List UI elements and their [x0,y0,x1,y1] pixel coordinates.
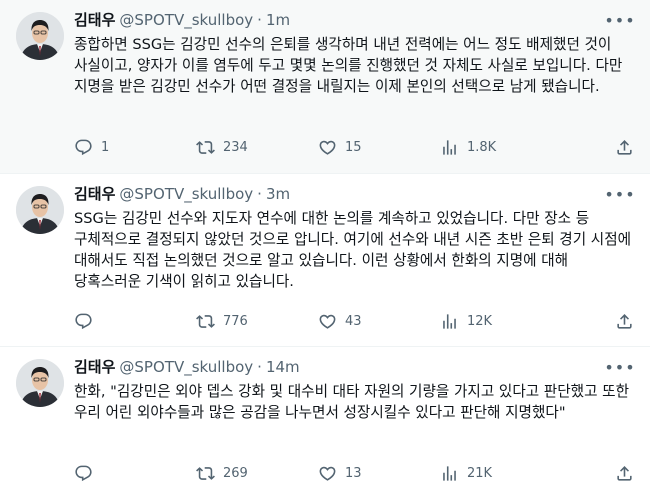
retweet-button[interactable]: 234 [196,138,318,157]
avatar[interactable] [16,359,64,407]
tweet[interactable]: 김태우 @SPOTV_skullboy · 14m ••• 한화, "김강민은 … [0,347,650,498]
author-handle[interactable]: @SPOTV_skullboy [119,10,253,30]
share-button[interactable] [615,138,634,157]
tweet-text: 종합하면 SSG는 김강민 선수의 은퇴를 생각하며 내년 전력에는 어느 정도… [74,36,623,95]
share-icon [617,139,632,155]
views-button[interactable]: 12K [440,312,562,331]
views-count: 1.8K [467,139,497,155]
retweet-button[interactable]: 776 [196,312,318,331]
reply-count: 1 [101,139,110,155]
like-count: 43 [345,313,362,329]
reply-button[interactable] [74,464,196,483]
views-count: 12K [467,313,493,329]
retweet-count: 776 [223,313,248,329]
tweet-text: SSG는 김강민 선수와 지도자 연수에 대한 논의를 계속하고 있었습니다. … [74,210,632,290]
reply-button[interactable] [74,312,196,331]
author-name[interactable]: 김태우 [74,10,115,30]
retweet-count: 234 [223,139,248,155]
like-icon [319,466,336,481]
timestamp[interactable]: 3m [266,184,290,204]
more-icon[interactable]: ••• [604,10,634,30]
reply-icon [75,139,92,155]
reply-icon [75,465,92,481]
author-name[interactable]: 김태우 [74,184,115,204]
like-button[interactable]: 43 [318,312,440,331]
share-icon [617,313,632,329]
like-icon [319,140,336,155]
tweet[interactable]: 김태우 @SPOTV_skullboy · 3m ••• SSG는 김강민 선수… [0,174,650,346]
reply-button[interactable]: 1 [74,138,196,157]
avatar[interactable] [16,12,64,60]
views-icon [443,465,456,481]
share-icon [617,465,632,481]
views-count: 21K [467,465,493,481]
like-count: 15 [345,139,362,155]
timestamp[interactable]: 1m [266,10,290,30]
retweet-icon [196,314,215,328]
like-button[interactable]: 15 [318,138,440,157]
like-button[interactable]: 13 [318,464,440,483]
like-icon [319,314,336,329]
more-icon[interactable]: ••• [604,184,634,204]
avatar[interactable] [16,186,64,234]
views-button[interactable]: 21K [440,464,562,483]
retweet-count: 269 [223,465,248,481]
views-icon [443,313,456,329]
author-handle[interactable]: @SPOTV_skullboy [119,357,253,377]
separator-dot: · [257,11,262,29]
views-icon [443,139,456,155]
separator-dot: · [257,185,262,203]
like-count: 13 [345,465,362,481]
views-button[interactable]: 1.8K [440,138,562,157]
tweet[interactable]: 김태우 @SPOTV_skullboy · 1m ••• 종합하면 SSG는 김… [0,0,650,173]
tweet-text: 한화, "김강민은 외야 뎁스 강화 및 대수비 대타 자원의 기량을 가지고 … [74,383,630,421]
author-handle[interactable]: @SPOTV_skullboy [119,184,253,204]
timestamp[interactable]: 14m [266,357,300,377]
separator-dot: · [257,358,262,376]
author-name[interactable]: 김태우 [74,357,115,377]
retweet-button[interactable]: 269 [196,464,318,483]
share-button[interactable] [615,464,634,483]
share-button[interactable] [615,312,634,331]
retweet-icon [196,466,215,480]
more-icon[interactable]: ••• [604,357,634,377]
retweet-icon [196,140,215,154]
reply-icon [75,313,92,329]
